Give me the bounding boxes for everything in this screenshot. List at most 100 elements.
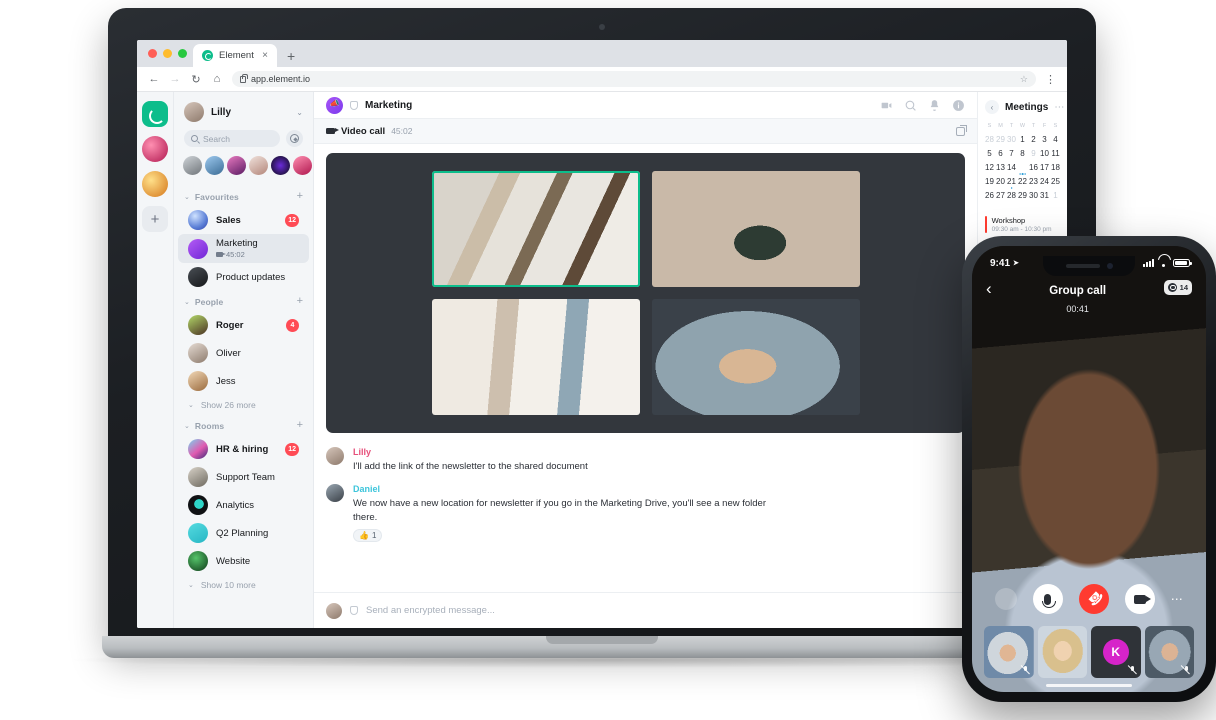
video-tile-participant-3[interactable] [431,299,640,415]
calendar-day-today[interactable]: 15 [1015,160,1030,175]
add-room-icon[interactable]: + [297,420,303,431]
search-input[interactable]: Search [184,130,280,147]
avatar[interactable] [227,156,246,175]
calendar-day[interactable]: 29 [1017,189,1028,202]
room-info-icon[interactable] [952,99,965,112]
maximize-window-icon[interactable] [178,49,187,58]
hangup-button[interactable] [1078,584,1109,614]
calendar-day[interactable]: 6 [995,147,1006,160]
overflow-icon[interactable]: ⋯ [1171,592,1184,606]
calendar-day[interactable]: 25 [1050,175,1061,188]
calendar-day[interactable]: 3 [1039,133,1050,146]
create-space-button[interactable]: + [142,206,168,232]
calendar-day[interactable]: 31 [1039,189,1050,202]
calendar-day[interactable]: 29 [995,133,1006,146]
section-header-favourites[interactable]: ⌄ Favourites + [174,186,313,206]
calendar-day[interactable]: 17 [1039,161,1050,174]
calendar-day[interactable]: 5 [984,147,995,160]
video-camera-icon[interactable] [880,99,893,112]
minimize-window-icon[interactable] [163,49,172,58]
meeting-item[interactable]: Workshop 09:30 am - 10:30 pm [978,212,1067,237]
participants-badge[interactable]: 14 [1163,280,1192,295]
calendar-day[interactable]: 21 [1006,175,1017,189]
notifications-bell-icon[interactable] [928,99,941,112]
sidebar-item-marketing[interactable]: Marketing 45:02 [178,234,309,263]
calendar-day[interactable]: 23 [1028,175,1039,188]
camera-button[interactable] [1124,584,1155,614]
avatar[interactable] [293,156,312,175]
microphone-button[interactable] [1032,584,1063,614]
sidebar-item-oliver[interactable]: Oliver [178,339,309,367]
explore-rooms-button[interactable] [286,130,303,147]
sidebar-item-jess[interactable]: Jess [178,367,309,395]
address-bar[interactable]: app.element.io ☆ [232,71,1036,87]
message-composer[interactable]: Send an encrypted message... [314,592,977,628]
avatar[interactable] [205,156,224,175]
back-icon[interactable]: ← [148,73,160,85]
calendar-day[interactable]: 28 [984,133,995,146]
home-icon[interactable]: ⌂ [211,73,223,85]
user-menu[interactable]: Lilly ⌄ [174,100,313,130]
close-window-icon[interactable] [148,49,157,58]
calendar-day[interactable]: 30 [1006,133,1017,146]
message-reaction[interactable]: 👍 1 [353,529,383,543]
participant-thumbnail[interactable] [1144,626,1194,678]
section-header-people[interactable]: ⌄ People + [174,291,313,311]
sidebar-item-sales[interactable]: Sales 12 [178,206,309,234]
browser-tab[interactable]: Element × [193,44,277,67]
calendar-day[interactable]: 1 [1017,133,1028,146]
show-more-rooms[interactable]: ⌄ Show 10 more [174,575,313,595]
calendar-day[interactable]: 1 [1050,189,1061,202]
calendar-day[interactable]: 11 [1050,147,1061,160]
video-tile-participant-4[interactable] [651,299,860,415]
calendar-day[interactable]: 10 [1039,147,1050,160]
bookmark-star-icon[interactable]: ☆ [1020,74,1028,85]
calendar-day[interactable]: 27 [995,189,1006,202]
calendar-day[interactable]: 8 [1017,147,1028,160]
avatar[interactable] [249,156,268,175]
calendar-day[interactable]: 28 [1006,189,1017,202]
calendar-day[interactable]: 2 [1028,133,1039,146]
video-tile-participant-1[interactable] [431,171,640,287]
add-room-icon[interactable]: + [297,191,303,202]
sidebar-item-q2-planning[interactable]: Q2 Planning [178,519,309,547]
sidebar-item-website[interactable]: Website [178,547,309,575]
space-avatar-1[interactable] [142,136,168,162]
calendar-day[interactable]: 12 [984,161,995,174]
space-home-icon[interactable] [142,101,168,127]
browser-menu-icon[interactable]: ⋮ [1045,73,1056,86]
add-person-icon[interactable]: + [297,296,303,307]
forward-icon[interactable]: → [169,73,181,85]
sidebar-item-hr-hiring[interactable]: HR & hiring 12 [178,435,309,463]
participant-thumbnail[interactable] [984,626,1034,678]
sidebar-item-analytics[interactable]: Analytics [178,491,309,519]
calendar-day[interactable]: 7 [1006,147,1017,160]
sidebar-item-roger[interactable]: Roger 4 [178,311,309,339]
calendar-day[interactable]: 4 [1050,133,1061,146]
video-tile-participant-2[interactable] [651,171,860,287]
popout-call-icon[interactable] [956,124,967,136]
calendar-day[interactable]: 24 [1039,175,1050,188]
calendar-day[interactable]: 26 [984,189,995,202]
show-more-people[interactable]: ⌄ Show 26 more [174,395,313,415]
back-icon[interactable]: ‹ [985,100,999,114]
sidebar-item-support-team[interactable]: Support Team [178,463,309,491]
calendar-day[interactable]: 19 [984,175,995,188]
space-avatar-2[interactable] [142,171,168,197]
calendar-day[interactable]: 14 [1006,161,1017,174]
new-tab-icon[interactable]: + [287,49,295,63]
participant-thumbnail-initial[interactable]: K [1091,626,1141,678]
more-options-icon[interactable]: ⋯ [1054,102,1065,113]
calendar-day[interactable]: 9 [1028,147,1039,160]
search-icon[interactable] [904,99,917,112]
calendar-day[interactable]: 30 [1028,189,1039,202]
section-header-rooms[interactable]: ⌄ Rooms + [174,415,313,435]
participant-thumbnail[interactable] [1037,626,1087,678]
more-options-icon[interactable] [994,588,1017,610]
sidebar-item-product-updates[interactable]: Product updates [178,263,309,291]
calendar-day[interactable]: 13 [995,161,1006,174]
reload-icon[interactable]: ↻ [190,73,202,86]
calendar-day[interactable]: 22 [1017,175,1028,188]
close-tab-icon[interactable]: × [262,50,268,61]
calendar-day[interactable]: 16 [1028,161,1039,174]
